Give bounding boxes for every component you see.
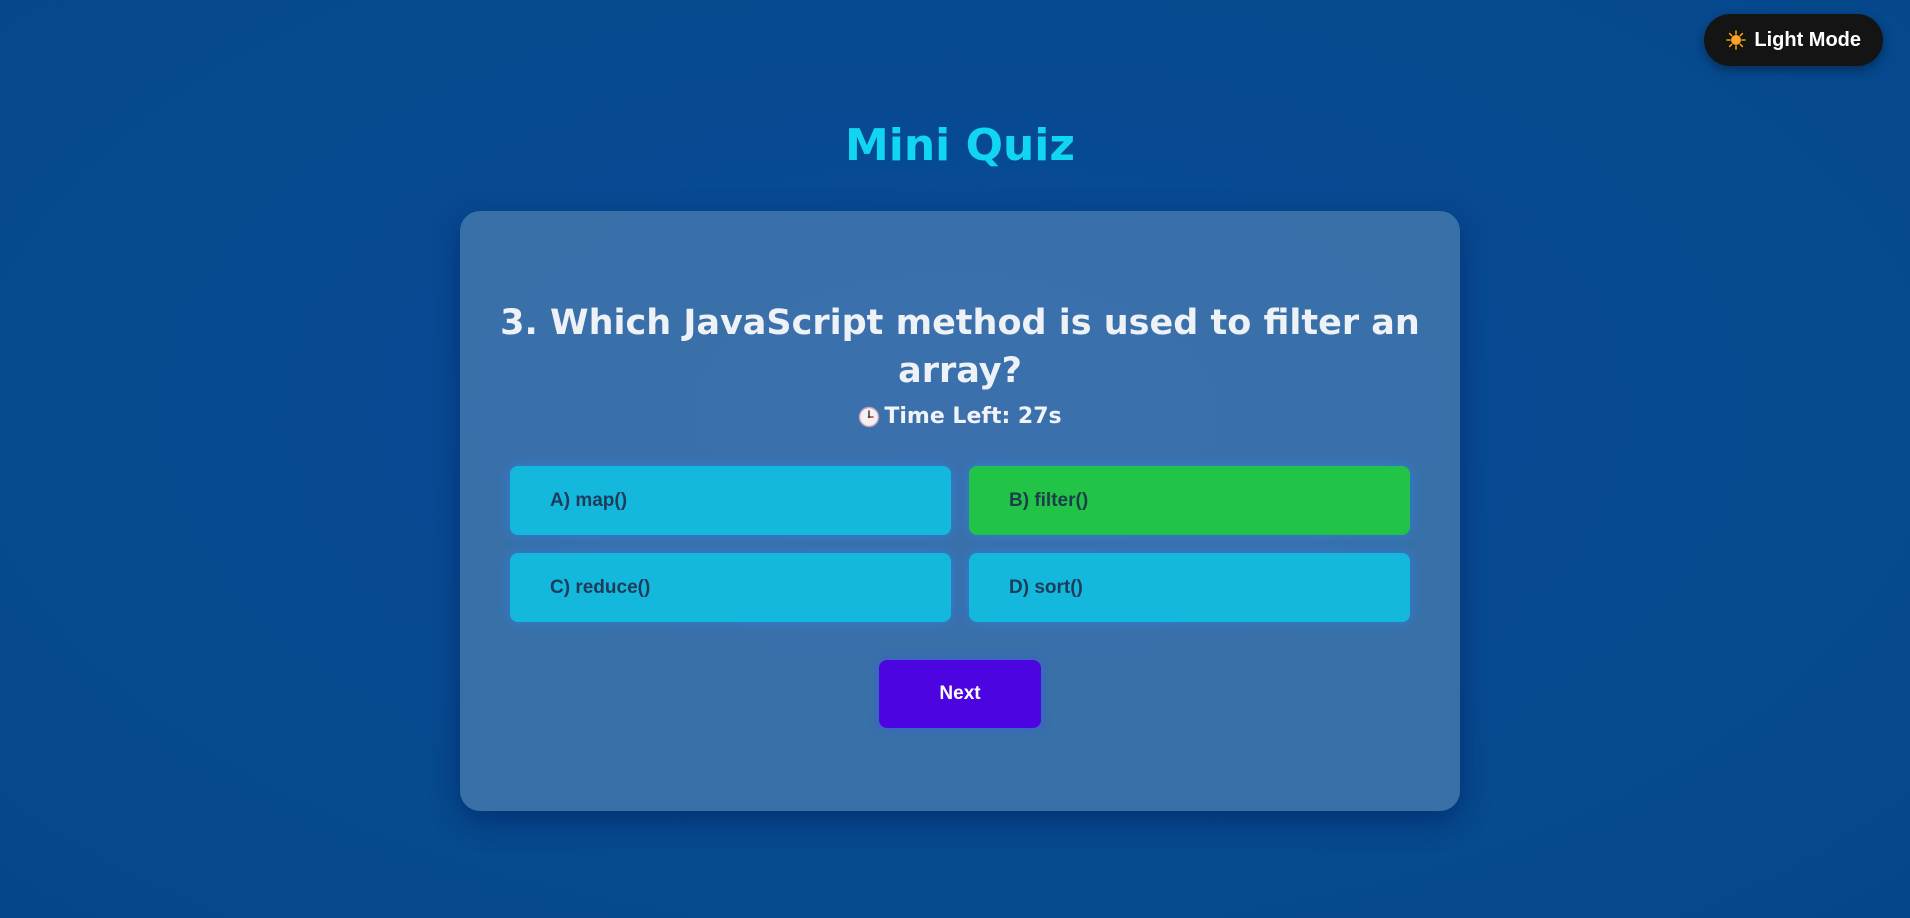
option-c-button[interactable]: C) reduce() <box>510 553 951 622</box>
timer: Time Left: 27s <box>460 397 1460 437</box>
clock-icon <box>858 406 880 428</box>
page-title: Mini Quiz <box>844 120 1075 171</box>
option-a-button[interactable]: A) map() <box>510 466 951 535</box>
quiz-card: 3. Which JavaScript method is used to fi… <box>460 211 1460 811</box>
timer-label: Time Left: 27s <box>884 404 1062 429</box>
option-d-button[interactable]: D) sort() <box>969 553 1410 622</box>
theme-toggle-label: Light Mode <box>1754 28 1861 51</box>
theme-toggle-button[interactable]: Light Mode <box>1704 14 1883 66</box>
question-text: 3. Which JavaScript method is used to fi… <box>500 303 1420 391</box>
sun-icon <box>1726 30 1747 50</box>
option-b-button[interactable]: B) filter() <box>969 466 1410 535</box>
next-button[interactable]: Next <box>879 660 1041 728</box>
